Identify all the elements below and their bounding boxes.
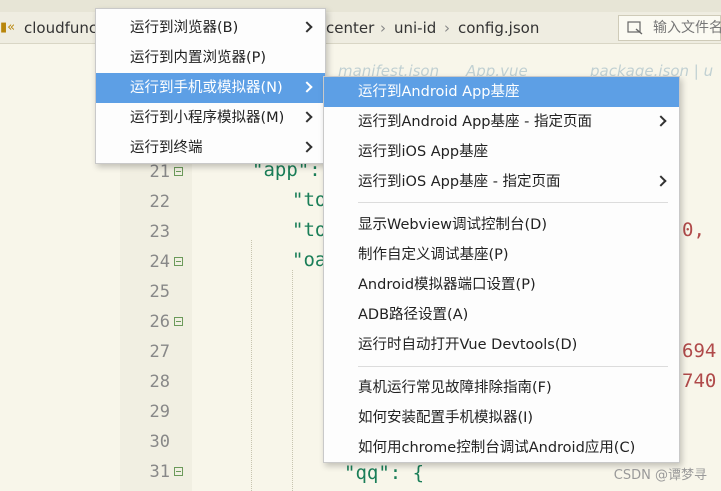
chevron-right-icon: › <box>444 19 450 37</box>
menu-item-label: ADB路径设置(A) <box>358 307 469 323</box>
chevron-right-icon <box>301 81 313 93</box>
menu-item-label: 真机运行常见故障排除指南(F) <box>358 380 552 396</box>
line-number: 30 <box>149 432 170 452</box>
menu-item-chrome-debug[interactable]: 如何用chrome控制台调试Android应用(C) <box>324 433 679 463</box>
menu-item-label: Android模拟器端口设置(P) <box>358 277 536 293</box>
menu-item-emulator-guide[interactable]: 如何安装配置手机模拟器(I) <box>324 403 679 433</box>
menu-item-ios-page[interactable]: 运行到iOS App基座 - 指定页面 <box>324 167 679 197</box>
line-number: 24 <box>149 252 170 272</box>
menu-separator <box>358 366 668 367</box>
line-number: 21 <box>149 162 170 182</box>
line-number: 23 <box>149 222 170 242</box>
menu-item-run-browser[interactable]: 运行到浏览器(B) <box>96 13 325 43</box>
menu-separator <box>358 202 668 203</box>
watermark: CSDN @谭梦寻 <box>613 468 707 483</box>
fold-toggle-icon[interactable] <box>174 317 183 326</box>
menu-item-android-page[interactable]: 运行到Android App基座 - 指定页面 <box>324 107 679 137</box>
menu-item-label: 如何用chrome控制台调试Android应用(C) <box>358 440 636 456</box>
line-number: 27 <box>149 342 170 362</box>
chevron-right-icon <box>655 175 667 187</box>
chevron-right-icon: › <box>380 19 386 37</box>
filter-icon <box>627 21 643 35</box>
menu-item-webview-console[interactable]: 显示Webview调试控制台(D) <box>324 210 679 240</box>
menu-item-label: 运行到小程序模拟器(M) <box>130 110 285 126</box>
file-filter-input[interactable]: 输入文件名 <box>618 15 721 41</box>
code-token: 0, <box>682 219 705 241</box>
menu-item-label: 运行到内置浏览器(P) <box>130 50 267 66</box>
line-number: 29 <box>149 402 170 422</box>
fold-toggle-icon[interactable] <box>174 467 183 476</box>
device-submenu: 运行到Android App基座 运行到Android App基座 - 指定页面… <box>323 76 680 463</box>
code-token: "qq": { <box>344 462 425 484</box>
menu-item-label: 运行到Android App基座 - 指定页面 <box>358 114 592 130</box>
menu-item-custom-base[interactable]: 制作自定义调试基座(P) <box>324 240 679 270</box>
filter-placeholder: 输入文件名 <box>653 20 721 36</box>
line-number: 26 <box>149 312 170 332</box>
indent-guide <box>292 270 293 491</box>
indent-guide <box>251 240 252 491</box>
menu-item-run-terminal[interactable]: 运行到终端 <box>96 133 325 163</box>
menu-item-run-miniprogram[interactable]: 运行到小程序模拟器(M) <box>96 103 325 133</box>
menu-item-adb-path[interactable]: ADB路径设置(A) <box>324 300 679 330</box>
menu-item-android-base[interactable]: 运行到Android App基座 <box>324 77 679 107</box>
chevron-right-icon <box>655 115 667 127</box>
fold-toggle-icon[interactable] <box>174 167 183 176</box>
menu-item-label: 制作自定义调试基座(P) <box>358 247 509 263</box>
chevron-right-icon <box>301 21 313 33</box>
menu-item-label: 运行时自动打开Vue Devtools(D) <box>358 337 578 353</box>
breadcrumb-prefix[interactable]: cloudfunc <box>24 12 97 44</box>
folder-icon: ▮« <box>0 20 16 35</box>
menu-item-label: 显示Webview调试控制台(D) <box>358 217 547 233</box>
breadcrumb-item[interactable]: center <box>326 12 374 44</box>
menu-item-label: 运行到手机或模拟器(N) <box>130 80 283 96</box>
menu-item-label: 如何安装配置手机模拟器(I) <box>358 410 534 426</box>
code-token: "to <box>292 219 327 241</box>
menu-item-label: 运行到Android App基座 <box>358 84 520 100</box>
line-number: 31 <box>149 462 170 482</box>
line-number: 25 <box>149 282 170 302</box>
menu-item-label: 运行到终端 <box>130 140 203 156</box>
menu-item-run-device[interactable]: 运行到手机或模拟器(N) <box>96 73 325 103</box>
code-token: 694 <box>682 340 717 362</box>
menu-item-vue-devtools[interactable]: 运行时自动打开Vue Devtools(D) <box>324 330 679 360</box>
breadcrumb-item[interactable]: config.json <box>458 12 539 44</box>
menu-item-label: 运行到浏览器(B) <box>130 20 239 36</box>
chevron-right-icon <box>301 111 313 123</box>
menu-item-emulator-port[interactable]: Android模拟器端口设置(P) <box>324 270 679 300</box>
line-number: 28 <box>149 372 170 392</box>
menu-item-troubleshoot-guide[interactable]: 真机运行常见故障排除指南(F) <box>324 373 679 403</box>
menu-item-label: 运行到iOS App基座 - 指定页面 <box>358 174 561 190</box>
menu-item-ios-base[interactable]: 运行到iOS App基座 <box>324 137 679 167</box>
menu-item-run-builtin-browser[interactable]: 运行到内置浏览器(P) <box>96 43 325 73</box>
code-token: "oa <box>292 249 327 271</box>
code-token: "to <box>292 189 327 211</box>
fold-toggle-icon[interactable] <box>174 257 183 266</box>
chevron-right-icon <box>301 141 313 153</box>
breadcrumb-item[interactable]: uni-id <box>394 12 436 44</box>
line-number: 22 <box>149 192 170 212</box>
menu-item-label: 运行到iOS App基座 <box>358 144 489 160</box>
run-context-menu: 运行到浏览器(B) 运行到内置浏览器(P) 运行到手机或模拟器(N) 运行到小程… <box>95 8 326 164</box>
code-token: 740 <box>682 370 717 392</box>
